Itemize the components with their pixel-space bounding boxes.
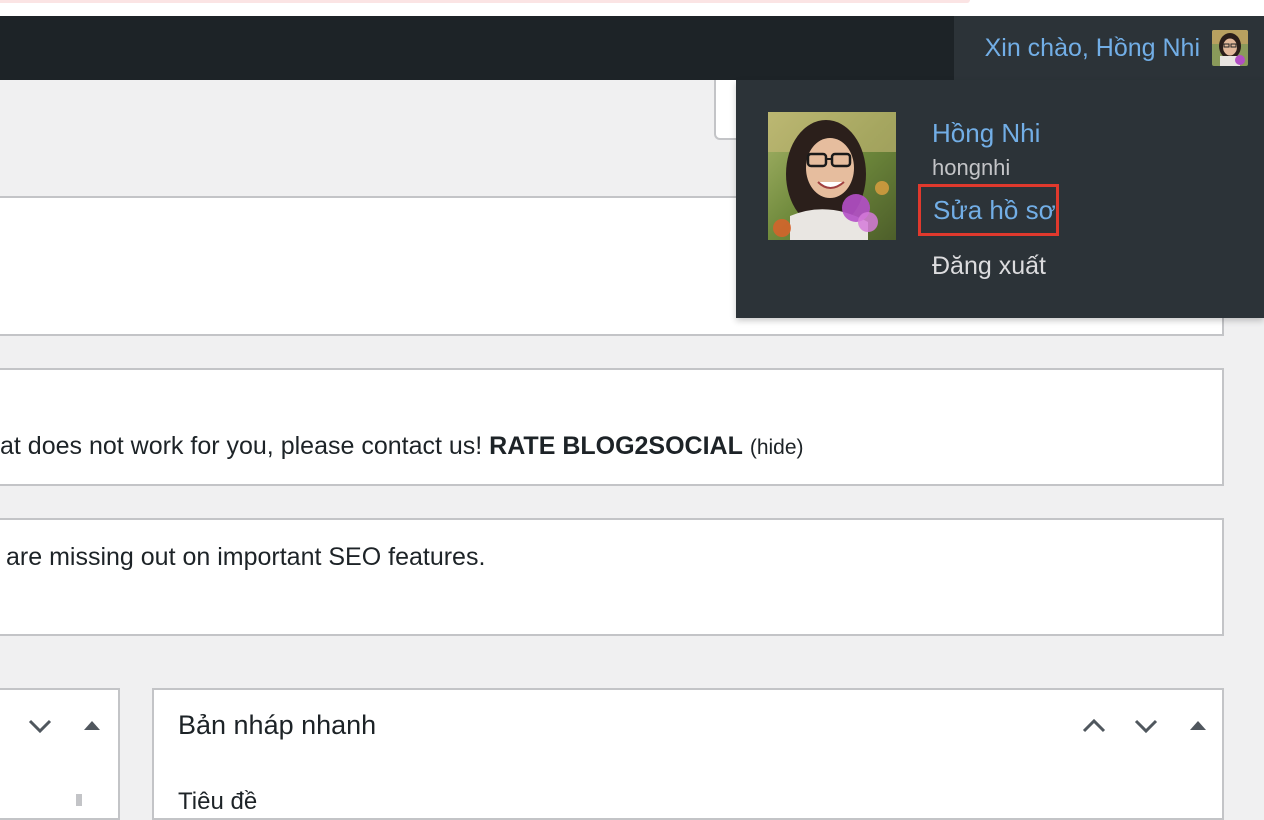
left-postbox-body (0, 760, 120, 820)
admin-bar-greeting[interactable]: Xin chào, Hồng Nhi (985, 16, 1200, 80)
quick-draft-title: Bản nháp nhanh (178, 710, 377, 740)
edit-profile-highlight: Sửa hồ sơ (918, 184, 1059, 236)
scroll-handle (76, 794, 82, 806)
notice-seo (0, 518, 1224, 636)
user-login-name: hongnhi (932, 155, 1011, 180)
chevron-down-icon[interactable] (22, 708, 58, 744)
top-strip (0, 0, 1264, 16)
quick-draft-body: Tiêu đề (152, 760, 1224, 820)
left-postbox-header (0, 688, 120, 762)
user-display-name-link[interactable]: Hồng Nhi (932, 118, 1040, 149)
logout-link[interactable]: Đăng xuất (932, 252, 1046, 281)
notice-rate-blog2social (0, 368, 1224, 486)
edit-profile-link[interactable]: Sửa hồ sơ (933, 195, 1056, 226)
toggle-panel-icon[interactable] (74, 708, 110, 744)
profile-photo[interactable] (768, 112, 896, 240)
hide-notice-link[interactable]: (hide) (750, 436, 804, 459)
notice-edge (0, 0, 970, 3)
user-avatar-icon[interactable] (1212, 30, 1248, 66)
notice-rate-text: at does not work for you, please contact… (0, 432, 804, 461)
quick-draft-header: Bản nháp nhanh (152, 688, 1224, 762)
toggle-panel-icon[interactable] (1180, 708, 1216, 744)
rate-blog2social-link[interactable]: RATE BLOG2SOCIAL (489, 432, 743, 460)
chevron-up-icon[interactable] (1076, 708, 1112, 744)
quick-draft-title-label: Tiêu đề (178, 788, 258, 815)
notice-seo-text: are missing out on important SEO feature… (6, 543, 486, 571)
chevron-down-icon[interactable] (1128, 708, 1164, 744)
notice-rate-message: at does not work for you, please contact… (0, 432, 483, 460)
